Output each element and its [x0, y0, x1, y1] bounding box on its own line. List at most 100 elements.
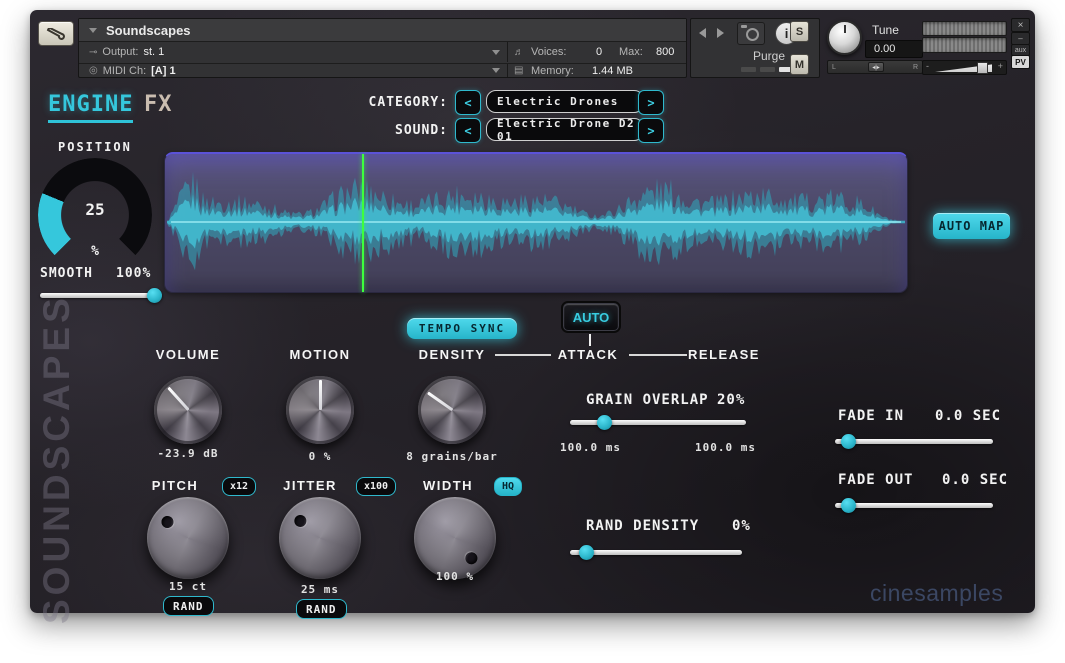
memory-icon: ▤ — [514, 65, 523, 76]
attack-value: 100.0 ms — [560, 441, 621, 454]
max-label: Max: — [619, 46, 643, 58]
wrench-edit-button[interactable] — [38, 21, 74, 46]
sound-next-button[interactable]: > — [638, 118, 664, 143]
pv-button[interactable]: PV — [1011, 55, 1030, 69]
volume-handle[interactable] — [977, 62, 988, 74]
smooth-label: SMOOTH — [40, 266, 93, 281]
level-meter-right — [922, 37, 1007, 53]
level-meter-left — [922, 21, 1007, 36]
cinesamples-logo: cinesamples — [870, 580, 1003, 607]
category-prev-button[interactable]: < — [455, 90, 481, 115]
tab-fx[interactable]: FX — [144, 92, 173, 117]
attack-release-line — [629, 354, 687, 356]
auto-map-button[interactable]: AUTO MAP — [933, 213, 1010, 239]
grain-overlap-thumb[interactable] — [597, 415, 612, 430]
purge-menu[interactable]: Purge — [753, 49, 785, 63]
pitch-value: 15 ct — [138, 580, 238, 593]
voices-icon: ♬ — [514, 47, 524, 58]
density-knob-label: DENSITY — [397, 347, 507, 362]
status-bar-1 — [741, 67, 756, 72]
midi-label: MIDI Ch: — [103, 65, 146, 77]
motion-knob[interactable] — [286, 376, 354, 444]
soundscapes-side-text: SOUNDSCAPES — [36, 328, 78, 624]
width-knob[interactable] — [414, 497, 496, 579]
tune-knob[interactable] — [827, 20, 862, 55]
grain-overlap-value: 20% — [717, 392, 745, 408]
fade-in-label: FADE IN — [838, 408, 904, 424]
fade-in-slider[interactable] — [835, 434, 993, 449]
playhead — [362, 154, 364, 292]
width-value: 100 % — [405, 570, 505, 583]
rand-density-thumb[interactable] — [579, 545, 594, 560]
midi-dropdown-icon[interactable] — [492, 68, 500, 73]
snapshot-camera-button[interactable] — [737, 22, 765, 45]
voices-value: 0 — [596, 46, 602, 58]
midi-value[interactable]: [A] 1 — [151, 65, 175, 77]
position-unit: % — [38, 244, 152, 259]
volume-value: -23.9 dB — [138, 447, 238, 460]
pitch-range-badge[interactable]: x12 — [222, 477, 256, 496]
category-field[interactable]: Electric Drones — [486, 90, 644, 113]
grain-overlap-slider[interactable] — [570, 415, 746, 430]
waveform-display[interactable] — [164, 152, 908, 293]
camera-icon — [741, 25, 747, 28]
fade-out-thumb[interactable] — [841, 498, 856, 513]
wrench-icon — [46, 28, 66, 40]
position-value: 25 — [38, 200, 152, 219]
output-value[interactable]: st. 1 — [143, 46, 164, 58]
midi-icon: ◎ — [89, 65, 98, 76]
mute-button[interactable]: M — [790, 54, 809, 75]
midi-row[interactable]: ◎ MIDI Ch: [A] 1 ▤ Memory: 1.44 MB — [79, 63, 686, 77]
instrument-header-box: Soundscapes ⊸ Output: st. 1 ♬ Voices: 0 … — [78, 18, 687, 78]
volume-knob[interactable] — [154, 376, 222, 444]
status-bar-2 — [760, 67, 775, 72]
pitch-rand-button[interactable]: RAND — [163, 596, 214, 616]
jitter-range-badge[interactable]: x100 — [356, 477, 396, 496]
pitch-knob[interactable] — [147, 497, 229, 579]
density-attack-line — [495, 354, 551, 356]
next-instrument-icon[interactable] — [717, 28, 724, 38]
memory-label: Memory: — [531, 65, 574, 77]
sound-prev-button[interactable]: < — [455, 118, 481, 143]
prev-instrument-icon[interactable] — [699, 28, 706, 38]
fade-out-label: FADE OUT — [838, 472, 913, 488]
fade-out-slider[interactable] — [835, 498, 993, 513]
output-row[interactable]: ⊸ Output: st. 1 ♬ Voices: 0 Max: 800 — [79, 42, 686, 62]
sound-label: SOUND: — [328, 123, 448, 138]
voices-label: Voices: — [531, 46, 566, 58]
auto-connector-mark — [589, 334, 591, 346]
output-dropdown-icon[interactable] — [492, 50, 500, 55]
instrument-title-row[interactable]: Soundscapes — [79, 19, 686, 42]
smooth-slider-thumb[interactable] — [147, 288, 162, 303]
rand-density-label: RAND DENSITY — [586, 518, 699, 534]
close-button[interactable]: × — [1011, 18, 1030, 32]
solo-button[interactable]: S — [790, 21, 809, 42]
collapse-arrow-icon[interactable] — [89, 28, 97, 33]
auto-attack-button[interactable]: AUTO — [563, 303, 619, 331]
tempo-sync-button[interactable]: TEMPO SYNC — [407, 318, 517, 339]
volume-knob-label: VOLUME — [133, 347, 243, 362]
output-jack-icon: ⊸ — [89, 47, 97, 58]
tab-engine[interactable]: ENGINE — [48, 92, 133, 123]
smooth-value: 100% — [116, 266, 151, 281]
jitter-knob[interactable] — [279, 497, 361, 579]
pan-slider[interactable]: L ◂|▸ R — [827, 60, 923, 74]
fade-in-thumb[interactable] — [841, 434, 856, 449]
pan-handle[interactable]: ◂|▸ — [868, 62, 884, 72]
instrument-window: Soundscapes ⊸ Output: st. 1 ♬ Voices: 0 … — [30, 10, 1035, 613]
width-hq-badge[interactable]: HQ — [494, 477, 522, 496]
release-value: 100.0 ms — [695, 441, 756, 454]
rand-density-slider[interactable] — [570, 545, 742, 560]
fade-out-value: 0.0 SEC — [942, 472, 1008, 488]
position-label: POSITION — [58, 140, 132, 154]
jitter-rand-button[interactable]: RAND — [296, 599, 347, 619]
density-knob[interactable] — [418, 376, 486, 444]
volume-slider[interactable]: - + — [922, 60, 1007, 75]
rand-density-value: 0% — [732, 518, 751, 534]
category-next-button[interactable]: > — [638, 90, 664, 115]
output-label: Output: — [102, 46, 138, 58]
density-value: 8 grains/bar — [402, 450, 502, 463]
motion-knob-label: MOTION — [265, 347, 375, 362]
sound-field[interactable]: Electric Drone D2 01 — [486, 118, 644, 141]
tune-value[interactable]: 0.00 — [865, 40, 923, 58]
